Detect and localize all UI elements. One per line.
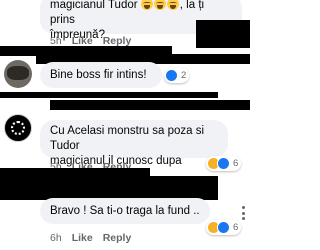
redacted-name-3 <box>50 100 250 110</box>
comment-2-text: Bine boss fir intins! <box>50 69 147 81</box>
reaction-count: 6 <box>233 222 239 233</box>
laughing-emoji-icon <box>166 0 179 10</box>
comment-bubble-3: Cu Acelasi monstru sa poza si Tudor magi… <box>40 120 228 182</box>
comment-4-text: Bravo ! Sa ti-o traga la fund .. <box>50 205 200 217</box>
redacted-bar-2 <box>0 92 218 98</box>
reaction-badge-2[interactable]: 2 <box>164 68 190 83</box>
reply-button[interactable]: Reply <box>103 232 132 244</box>
reaction-badge-4[interactable]: 6 <box>206 220 242 235</box>
like-reaction-icon <box>165 69 178 82</box>
reaction-badge-3[interactable]: 6 <box>206 156 242 171</box>
more-options-dots-icon[interactable] <box>240 206 246 220</box>
laughing-emoji-icon <box>140 0 153 10</box>
laughing-emoji-icon <box>153 0 166 10</box>
like-button[interactable]: Like <box>72 232 93 244</box>
redacted-bar-3 <box>0 168 150 176</box>
comment-bubble-2: Bine boss fir intins! <box>40 62 162 88</box>
reaction-count: 6 <box>233 158 239 169</box>
like-reaction-icon <box>217 157 230 170</box>
comment-bubble-4: Bravo ! Sa ti-o traga la fund .. <box>40 198 210 224</box>
reaction-count: 2 <box>181 70 187 81</box>
avatar[interactable] <box>4 60 32 88</box>
redacted-name-4 <box>0 176 218 200</box>
comment-3-line-1: Cu Acelasi monstru sa poza si Tudor <box>50 125 205 152</box>
redacted-avatar-top <box>196 20 250 48</box>
comment-4-actions: 6h Like Reply <box>50 232 131 244</box>
comment-time: 6h <box>50 232 62 244</box>
avatar[interactable] <box>4 114 32 142</box>
like-reaction-icon <box>217 221 230 234</box>
